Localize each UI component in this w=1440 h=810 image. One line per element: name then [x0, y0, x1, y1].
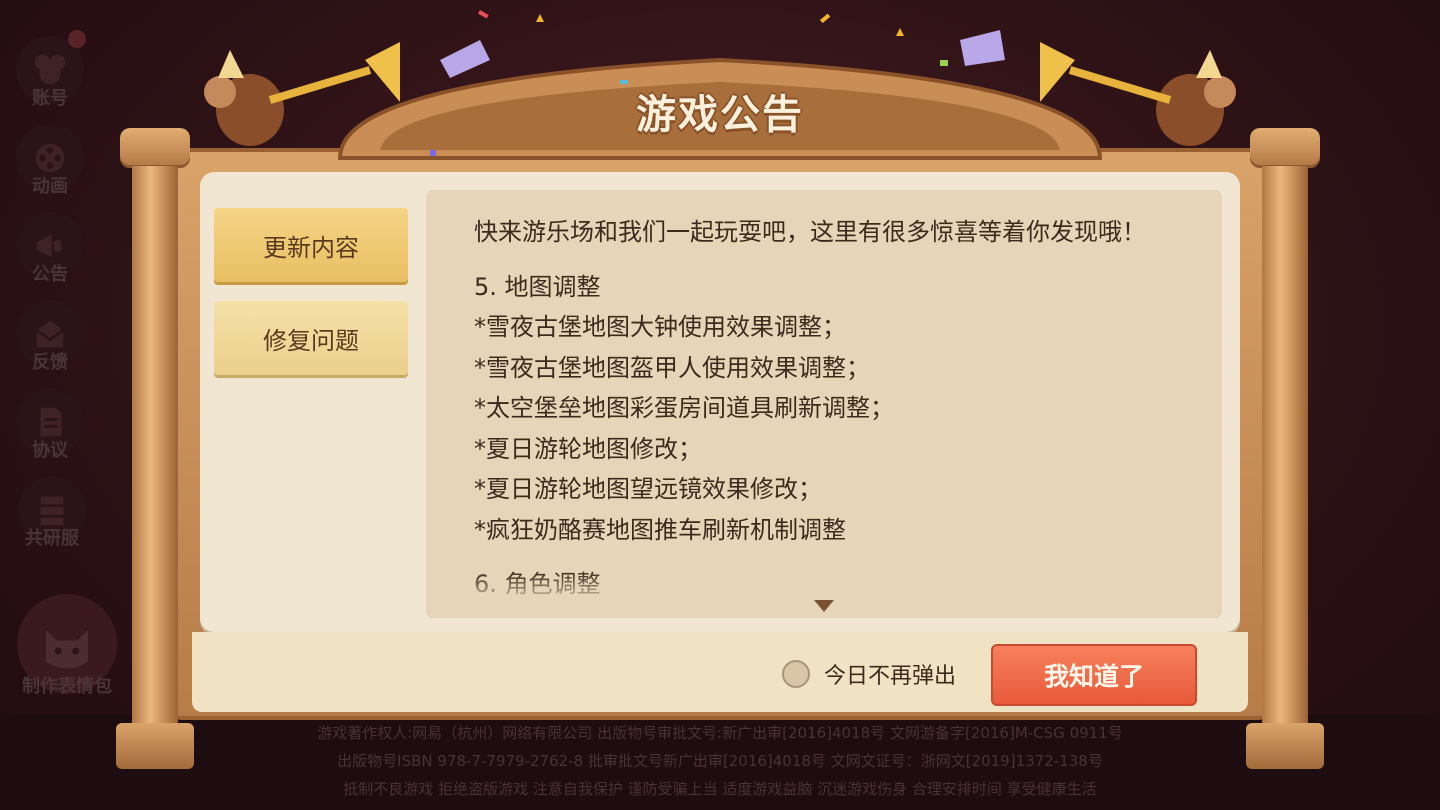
- sidebar-item-co-dev-server[interactable]: 共研服: [14, 476, 90, 556]
- tab-update-content[interactable]: 更新内容: [214, 208, 408, 282]
- sidebar-item-label: 公告: [32, 264, 68, 285]
- sidebar-item-label: 制作表情包: [22, 676, 112, 697]
- footer: 游戏著作权人:网易（杭州）网络有限公司 出版物号审批文号:新广出审[2016]4…: [0, 714, 1440, 810]
- sidebar-item-announcement[interactable]: 公告: [14, 212, 86, 292]
- list-item: *雪夜古堡地图大钟使用效果调整；: [474, 313, 846, 341]
- list-item: *雪夜古堡地图盔甲人使用效果调整；: [474, 353, 870, 382]
- footer-license: 出版物号ISBN 978-7-7979-2762-8 批审批文号新广出审[201…: [337, 752, 1103, 770]
- list-item: *疯狂奶酪赛地图推车刷新机制调整: [474, 515, 846, 544]
- section-title: 5. 地图调整: [474, 272, 601, 301]
- sidebar-item-label: 共研服: [25, 528, 79, 549]
- scroll-down-arrow-icon[interactable]: [814, 600, 834, 612]
- trumpet-mouse-right-icon: [1040, 42, 1236, 146]
- dont-show-today-checkbox[interactable]: [782, 660, 810, 688]
- notification-dot: [68, 30, 86, 48]
- right-pillar: [1246, 128, 1324, 769]
- list-item: *夏日游轮地图望远镜效果修改；: [474, 475, 822, 503]
- confirm-button[interactable]: 我知道了: [991, 644, 1197, 706]
- sidebar-item-label: 协议: [32, 440, 68, 461]
- confetti-icon: [430, 9, 1005, 156]
- trumpet-mouse-left-icon: [204, 42, 400, 146]
- sidebar-item-label: 动画: [32, 176, 68, 197]
- sidebar-item-account[interactable]: 账号: [14, 30, 86, 116]
- sidebar-item-label: 反馈: [32, 352, 68, 373]
- list-item: *夏日游轮地图修改；: [474, 434, 702, 463]
- sidebar-item-label: 账号: [32, 88, 68, 109]
- announcement-content[interactable]: 快来游乐场和我们一起玩耍吧，这里有很多惊喜等着你发现哦！ 5. 地图调整 *雪夜…: [426, 190, 1222, 618]
- sidebar-item-meme-maker[interactable]: 制作表情包: [12, 594, 122, 697]
- tab-fixed-issues[interactable]: 修复问题: [214, 301, 408, 375]
- list-item: *太空堡垒地图彩蛋房间道具刷新调整；: [474, 394, 894, 422]
- footer-health-notice: 抵制不良游戏 拒绝盗版游戏 注意自我保护 谨防受骗上当 适度游戏益脑 沉迷游戏伤…: [343, 780, 1097, 798]
- sidebar-item-animation[interactable]: 动画: [14, 124, 86, 204]
- sidebar-item-agreement[interactable]: 协议: [14, 388, 86, 468]
- intro-text: 快来游乐场和我们一起玩耍吧，这里有很多惊喜等着你发现哦！: [474, 218, 1146, 246]
- left-pillar: [116, 128, 194, 769]
- dont-show-today-label[interactable]: 今日不再弹出: [824, 658, 956, 690]
- sidebar-item-feedback[interactable]: 反馈: [14, 300, 86, 380]
- footer-copyright: 游戏著作权人:网易（杭州）网络有限公司 出版物号审批文号:新广出审[2016]4…: [317, 724, 1123, 742]
- content-scroll-area: 快来游乐场和我们一起玩耍吧，这里有很多惊喜等着你发现哦！ 5. 地图调整 *雪夜…: [474, 212, 1214, 605]
